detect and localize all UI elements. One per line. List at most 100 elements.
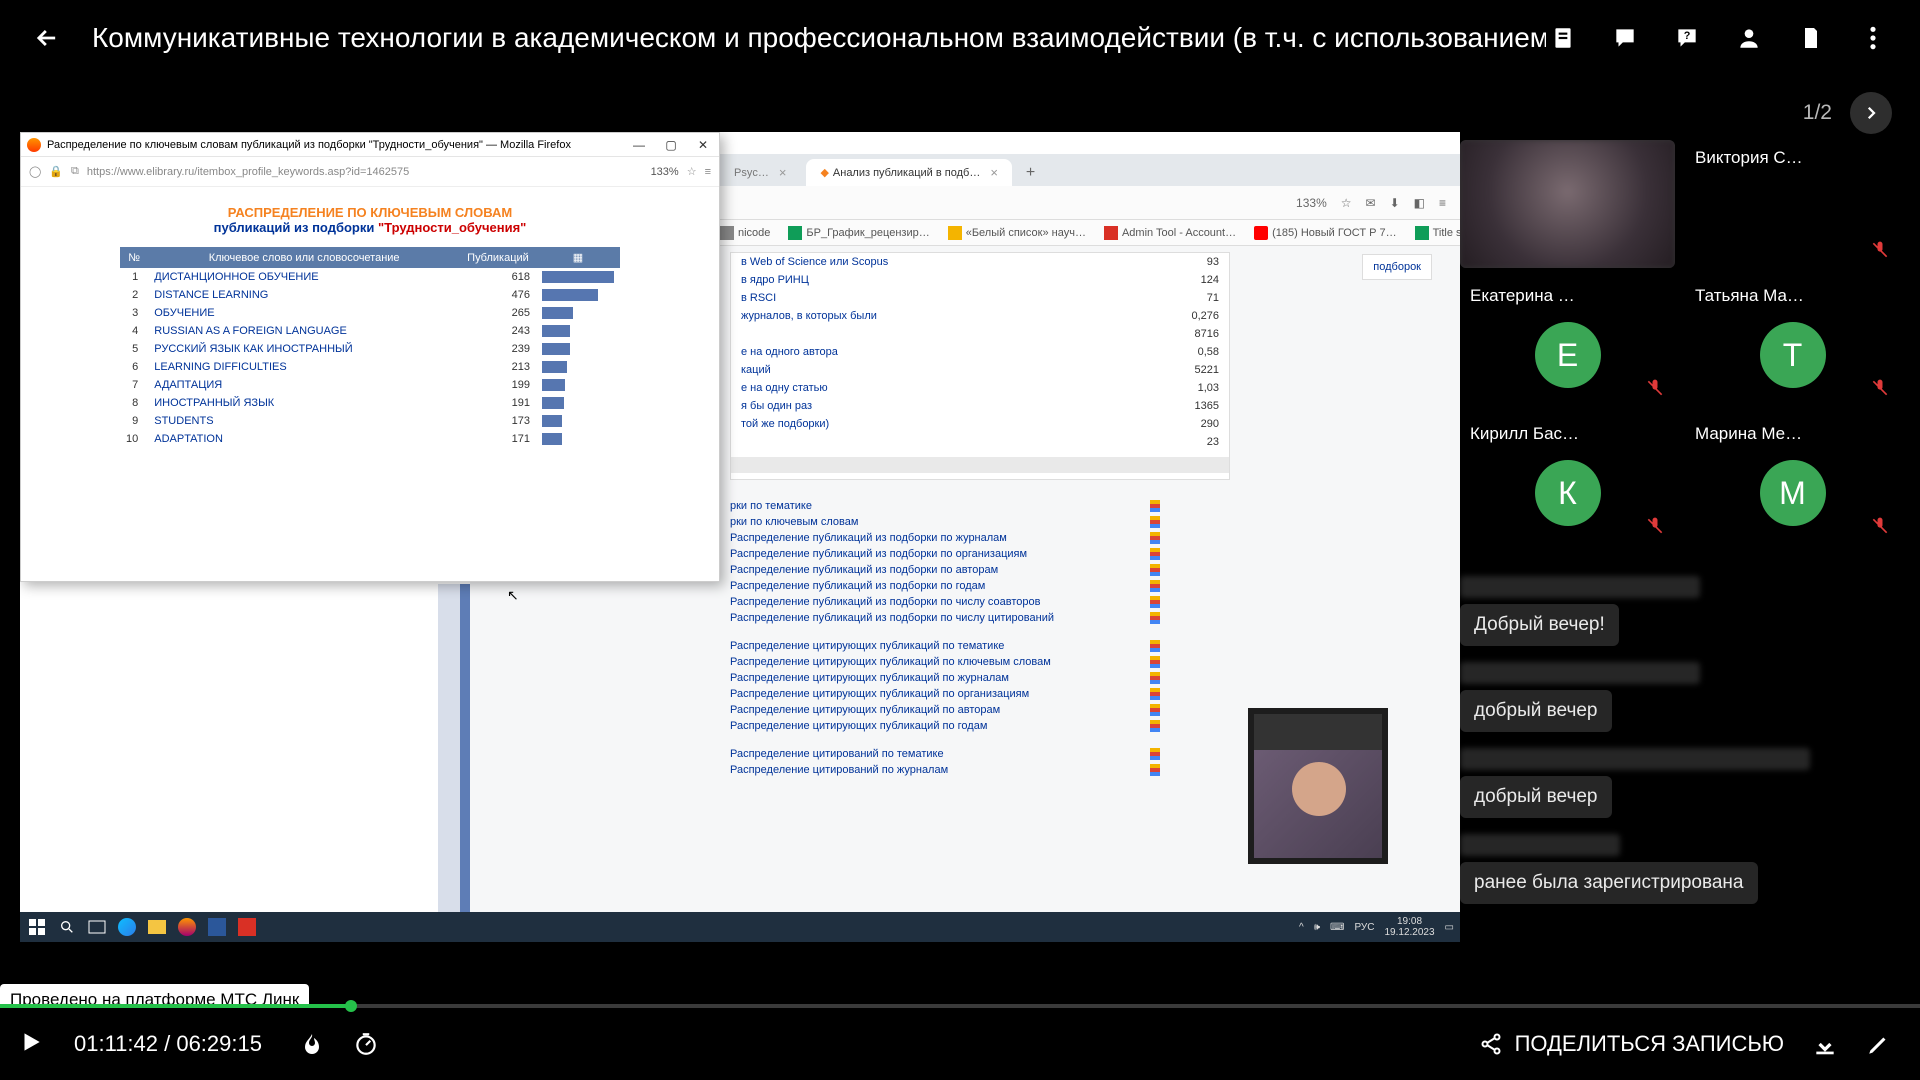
system-tray[interactable]: ^🕪⌨ РУС 19:0819.12.2023 ▭	[1299, 916, 1454, 938]
keyword-link[interactable]: RUSSIAN AS A FOREIGN LANGUAGE	[154, 325, 347, 337]
menu-icon[interactable]: ≡	[1439, 196, 1446, 210]
table-row: 6LEARNING DIFFICULTIES213	[120, 358, 620, 376]
keyword-link[interactable]: ADAPTATION	[154, 433, 223, 445]
page-count: 1/2	[1803, 101, 1832, 125]
edge-icon[interactable]	[116, 916, 138, 938]
menu-icon[interactable]: ≡	[705, 166, 711, 178]
search-icon[interactable]	[56, 916, 78, 938]
chart-icon	[1150, 656, 1160, 668]
analysis-link[interactable]: Распределение публикаций из подборки по …	[730, 578, 1460, 594]
chat-message: добрый вечер	[1460, 690, 1612, 732]
side-box: подборок	[1362, 254, 1432, 280]
new-tab-button[interactable]: +	[1018, 160, 1043, 186]
popup-window: Распределение по ключевым словам публика…	[20, 132, 720, 582]
bookmark-item[interactable]: Title suggestion prog…	[1415, 226, 1460, 240]
table-row: 4RUSSIAN AS A FOREIGN LANGUAGE243	[120, 322, 620, 340]
analysis-link[interactable]: Распределение публикаций из подборки по …	[730, 610, 1460, 626]
tray-lang[interactable]: РУС	[1354, 922, 1374, 933]
play-button[interactable]	[18, 1029, 48, 1059]
more-icon[interactable]	[1856, 21, 1890, 55]
analysis-link[interactable]: Распределение публикаций из подборки по …	[730, 562, 1460, 578]
chevron-right-icon	[1862, 104, 1880, 122]
close-icon[interactable]: ×	[779, 165, 787, 180]
word-icon[interactable]	[206, 916, 228, 938]
analysis-link[interactable]: рки по тематике	[730, 498, 1460, 514]
next-page-button[interactable]	[1850, 92, 1892, 134]
progress-bar[interactable]	[0, 1004, 1920, 1008]
keyword-link[interactable]: ИНОСТРАННЫЙ ЯЗЫК	[154, 397, 274, 409]
address-bar[interactable]: ◯ 🔒 ⧉ https://www.elibrary.ru/itembox_pr…	[21, 157, 719, 187]
participant-tile[interactable]: Татьяна Ма… Т	[1685, 278, 1900, 406]
chat-icon[interactable]	[1608, 21, 1642, 55]
analysis-link[interactable]: Распределение публикаций из подборки по …	[730, 546, 1460, 562]
keyword-link[interactable]: РУССКИЙ ЯЗЫК КАК ИНОСТРАННЫЙ	[154, 343, 352, 355]
url-text[interactable]: https://www.elibrary.ru/itembox_profile_…	[87, 166, 643, 178]
participant-name: Кирилл Бас…	[1470, 424, 1579, 444]
keyword-link[interactable]: ОБУЧЕНИЕ	[154, 307, 214, 319]
col-settings[interactable]: ▦	[536, 247, 620, 268]
download-icon[interactable]: ⬇	[1390, 196, 1400, 210]
player-bar: 01:11:42 / 06:29:15 ПОДЕЛИТЬСЯ ЗАПИСЬЮ	[0, 1008, 1920, 1080]
help-icon[interactable]: ?	[1670, 21, 1704, 55]
document-icon[interactable]	[1794, 21, 1828, 55]
browser-tab[interactable]: ◆Анализ публикаций в подб…×	[806, 159, 1011, 186]
keyword-link[interactable]: LEARNING DIFFICULTIES	[154, 361, 286, 373]
user-icon[interactable]	[1732, 21, 1766, 55]
zoom-label: 133%	[1296, 196, 1327, 210]
bookmark-item[interactable]: nicode	[720, 226, 770, 240]
edit-button[interactable]	[1866, 1031, 1892, 1057]
extension-icon[interactable]: ◧	[1414, 196, 1425, 210]
maximize-button[interactable]: ▢	[655, 134, 687, 156]
firefox-icon	[27, 138, 41, 152]
keyword-link[interactable]: DISTANCE LEARNING	[154, 289, 268, 301]
mic-muted-icon	[1870, 240, 1890, 260]
chart-icon	[1150, 596, 1160, 608]
star-icon[interactable]: ☆	[687, 165, 697, 178]
keyword-link[interactable]: ДИСТАНЦИОННОЕ ОБУЧЕНИЕ	[154, 271, 318, 283]
close-icon[interactable]: ×	[990, 165, 998, 180]
chat-username	[1460, 834, 1620, 856]
participant-name: Марина Ме…	[1695, 424, 1802, 444]
table-row: 5РУССКИЙ ЯЗЫК КАК ИНОСТРАННЫЙ239	[120, 340, 620, 358]
bookmark-item[interactable]: Admin Tool - Account…	[1104, 226, 1236, 240]
notes-icon[interactable]	[1546, 21, 1580, 55]
minimize-button[interactable]: —	[623, 134, 655, 156]
bookmark-item[interactable]: БР_График_рецензир…	[788, 226, 929, 240]
start-button[interactable]	[26, 916, 48, 938]
col-number: №	[120, 247, 148, 268]
participant-tile[interactable]: Виктория С…	[1685, 140, 1900, 268]
bookmark-item[interactable]: «Белый список» науч…	[948, 226, 1086, 240]
participant-tile[interactable]: Кирилл Бас… К	[1460, 416, 1675, 544]
fire-icon[interactable]	[300, 1031, 324, 1057]
analysis-link[interactable]: Распределение публикаций из подборки по …	[730, 530, 1460, 546]
table-row: 8ИНОСТРАННЫЙ ЯЗЫК191	[120, 394, 620, 412]
explorer-icon[interactable]	[146, 916, 168, 938]
analysis-link[interactable]: рки по ключевым словам	[730, 514, 1460, 530]
analysis-link[interactable]: Распределение цитирующих публикаций по о…	[730, 686, 1460, 702]
chart-icon	[1150, 688, 1160, 700]
participant-tile[interactable]: Марина Ме… М	[1685, 416, 1900, 544]
firefox-icon[interactable]	[176, 916, 198, 938]
participant-tile[interactable]	[1460, 140, 1675, 268]
star-icon[interactable]: ☆	[1341, 196, 1352, 210]
back-button[interactable]	[26, 17, 68, 59]
analysis-link[interactable]: Распределение цитирующих публикаций по ж…	[730, 670, 1460, 686]
share-button[interactable]: ПОДЕЛИТЬСЯ ЗАПИСЬЮ	[1479, 1031, 1784, 1057]
download-button[interactable]	[1812, 1031, 1838, 1057]
analysis-link[interactable]: Распределение публикаций из подборки по …	[730, 594, 1460, 610]
participant-tile[interactable]: Екатерина … Е	[1460, 278, 1675, 406]
analysis-link[interactable]: Распределение цитирующих публикаций по к…	[730, 654, 1460, 670]
window-titlebar[interactable]: Распределение по ключевым словам публика…	[21, 133, 719, 157]
close-button[interactable]: ✕	[687, 134, 719, 156]
bookmark-item[interactable]: (185) Новый ГОСТ Р 7…	[1254, 226, 1397, 240]
keyword-link[interactable]: АДАПТАЦИЯ	[154, 379, 222, 391]
browser-tab[interactable]: Psyc…×	[720, 159, 800, 186]
taskview-icon[interactable]	[86, 916, 108, 938]
speed-icon[interactable]	[352, 1031, 380, 1057]
app-icon[interactable]	[236, 916, 258, 938]
keyword-link[interactable]: STUDENTS	[154, 415, 213, 427]
mail-icon[interactable]: ✉	[1366, 196, 1376, 210]
analysis-link[interactable]: Распределение цитирующих публикаций по т…	[730, 638, 1460, 654]
chart-icon	[1150, 612, 1160, 624]
presenter-video	[1248, 708, 1388, 864]
